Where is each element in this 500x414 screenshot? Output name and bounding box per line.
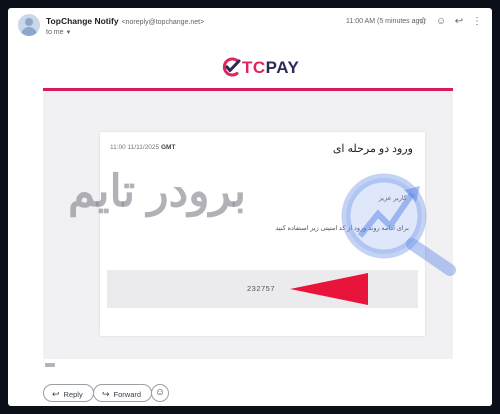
message-date: 11:00 11/11/2025 GMT xyxy=(110,144,175,151)
reply-button[interactable]: ↩ Reply xyxy=(43,384,94,402)
reply-label: Reply xyxy=(63,390,83,399)
star-icon[interactable]: ☆ xyxy=(416,15,430,29)
security-code[interactable]: 232757 xyxy=(247,284,275,293)
email-header: TopChange Notify <noreply@topchange.net> … xyxy=(8,8,492,50)
sender-line: TopChange Notify <noreply@topchange.net> xyxy=(46,16,204,26)
message-title: ورود دو مرحله ای xyxy=(332,143,413,155)
forward-button[interactable]: ↪ Forward xyxy=(93,384,153,402)
sender-email: <noreply@topchange.net> xyxy=(121,19,205,26)
forward-label: Forward xyxy=(113,390,142,399)
timezone: GMT xyxy=(160,144,176,151)
reply-button-icon: ↩ xyxy=(52,389,60,399)
pointer-arrow-icon xyxy=(290,273,368,305)
more-icon[interactable]: ⋮ xyxy=(470,15,484,29)
reply-icon[interactable]: ↩ xyxy=(452,15,466,29)
email-viewer: TopChange Notify <noreply@topchange.net> … xyxy=(8,8,492,406)
recipient-dropdown-icon[interactable]: ▼ xyxy=(66,30,72,36)
recipient-label: to me xyxy=(46,29,64,36)
watermark-logo xyxy=(341,173,456,276)
show-trimmed-content-icon[interactable] xyxy=(45,363,55,367)
watermark-text: برودر تایم xyxy=(68,167,247,216)
logo-wordmark: TCPAY xyxy=(242,58,299,78)
tcpay-check-icon xyxy=(222,57,241,77)
sender-avatar[interactable] xyxy=(18,14,40,36)
sender-name[interactable]: TopChange Notify xyxy=(46,16,119,26)
email-time: 11:00 AM (5 minutes ago) xyxy=(346,18,426,25)
forward-button-icon: ↪ xyxy=(102,389,110,399)
emoji-react-button[interactable]: ☺ xyxy=(151,384,169,402)
logo-pay: PAY xyxy=(265,58,300,77)
emoji-icon[interactable]: ☺ xyxy=(434,15,448,29)
recipient-line[interactable]: to me ▼ xyxy=(46,29,71,36)
tcpay-logo: TCPAY xyxy=(8,52,492,82)
logo-tc: TC xyxy=(242,58,266,77)
date-value: 11:00 11/11/2025 xyxy=(110,144,160,151)
